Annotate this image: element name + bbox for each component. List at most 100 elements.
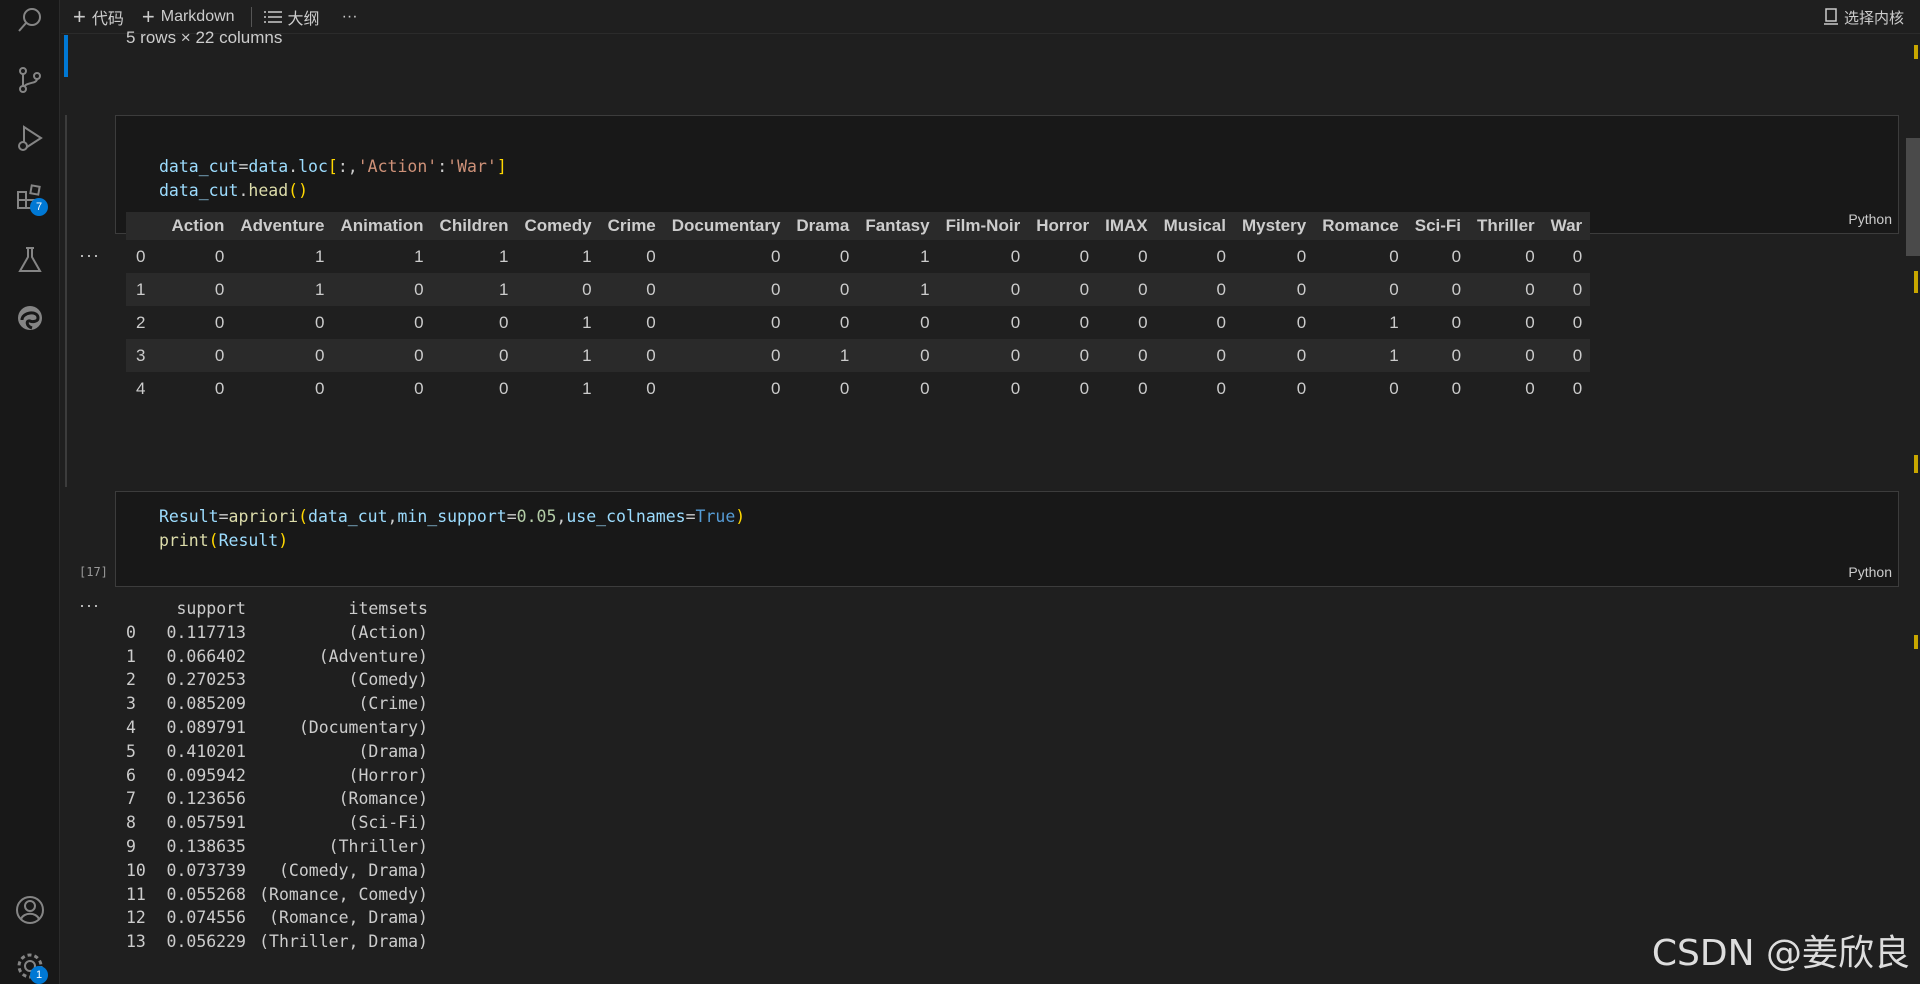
more-actions-button[interactable]: ··· (342, 0, 358, 34)
support-value: 0.270253 (166, 670, 246, 690)
code-cell-2[interactable]: Result=apriori(data_cut,min_support=0.05… (115, 491, 1899, 587)
table-cell: 0 (1451, 279, 1462, 299)
support-value: 0.123656 (166, 789, 246, 809)
table-cell: 0 (1451, 246, 1462, 266)
table-cell: 0 (214, 345, 225, 365)
table-cell: 0 (1010, 279, 1021, 299)
print-line: 5 0.410201 (Drama) (126, 740, 428, 764)
row-index: 4 (136, 378, 146, 398)
print-line: 3 0.085209 (Crime) (126, 692, 428, 716)
scrollbar-thumb[interactable] (1906, 138, 1920, 256)
table-cell: 0 (770, 345, 781, 365)
code-line-3[interactable]: Result=apriori(data_cut,min_support=0.05… (159, 505, 745, 529)
itemsets-value: (Documentary) (298, 717, 428, 737)
row-index: 11 (126, 884, 146, 904)
itemsets-value: (Comedy, Drama) (278, 860, 428, 880)
table-cell: 0 (1138, 312, 1148, 332)
cell-language-label[interactable]: Python (1848, 211, 1892, 227)
table-cell: 1 (582, 378, 592, 398)
edge-icon[interactable] (12, 300, 48, 336)
table-cell: 0 (1010, 246, 1021, 266)
cell-focus-indicator (64, 35, 68, 77)
table-cell: 0 (314, 378, 325, 398)
row-index: 2 (126, 670, 136, 690)
code-line-1[interactable]: data_cut=data.loc[:,'Action':'War'] (159, 155, 507, 179)
table-cell: 0 (214, 378, 225, 398)
table-cell: 0 (646, 378, 656, 398)
column-header: Horror (1036, 216, 1090, 235)
row-index: 3 (136, 345, 146, 365)
testing-icon[interactable] (12, 242, 48, 278)
cell-language-label[interactable]: Python (1848, 564, 1892, 580)
itemsets-value: (Action) (348, 622, 428, 642)
column-header: Comedy (524, 216, 592, 235)
output-more-icon[interactable]: ··· (79, 595, 100, 616)
support-value: 0.066402 (166, 646, 246, 666)
table-cell: 1 (499, 279, 509, 299)
table-cell: 0 (214, 279, 225, 299)
table-cell: 0 (499, 345, 509, 365)
row-index: 2 (136, 312, 146, 332)
table-cell: 0 (1572, 279, 1583, 299)
table-cell: 0 (1216, 378, 1226, 398)
table-cell: 0 (1572, 345, 1583, 365)
column-header: IMAX (1105, 216, 1148, 235)
table-cell: 0 (1451, 378, 1462, 398)
extensions-badge: 7 (30, 198, 48, 216)
row-index: 5 (126, 741, 136, 761)
table-cell: 0 (414, 312, 424, 332)
table-cell: 1 (839, 345, 850, 365)
account-icon[interactable] (12, 892, 48, 928)
table-cell: 0 (646, 246, 656, 266)
run-debug-icon[interactable] (12, 120, 48, 156)
table-cell: 0 (1296, 279, 1307, 299)
table-cell: 0 (414, 378, 424, 398)
output-more-icon[interactable]: ··· (79, 245, 100, 266)
table-cell: 0 (1525, 246, 1535, 266)
print-line: 7 0.123656 (Romance) (126, 787, 428, 811)
table-cell: 1 (582, 246, 592, 266)
column-header: Musical (1163, 216, 1226, 235)
column-header: Film-Noir (945, 216, 1021, 235)
table-cell: 1 (314, 279, 325, 299)
table-cell: 0 (582, 279, 592, 299)
source-control-icon[interactable] (12, 62, 48, 98)
table-cell: 0 (414, 345, 424, 365)
table-cell: 0 (1138, 345, 1148, 365)
table-cell: 0 (646, 345, 656, 365)
search-icon[interactable] (12, 2, 48, 38)
table-cell: 0 (770, 378, 781, 398)
extensions-icon[interactable]: 7 (12, 180, 48, 216)
support-header: support (176, 599, 246, 618)
itemsets-value: (Sci-Fi) (348, 813, 428, 833)
table-cell: 0 (214, 246, 225, 266)
scrollbar[interactable] (1906, 35, 1920, 984)
table-cell: 0 (920, 345, 930, 365)
column-header: Sci-Fi (1414, 216, 1462, 235)
table-cell: 0 (1079, 246, 1090, 266)
table-cell: 1 (582, 312, 592, 332)
table-cell: 1 (920, 246, 930, 266)
support-value: 0.117713 (166, 622, 246, 642)
row-index: 0 (126, 622, 136, 642)
print-line: 2 0.270253 (Comedy) (126, 668, 428, 692)
code-line-2[interactable]: data_cut.head() (159, 179, 308, 203)
settings-icon[interactable]: 1 (12, 948, 48, 984)
code-line-4[interactable]: print(Result) (159, 529, 288, 553)
watermark: CSDN @姜欣良 (1651, 933, 1910, 974)
table-cell: 0 (1079, 345, 1090, 365)
table-cell: 0 (1572, 312, 1583, 332)
overview-ruler-mark (1914, 635, 1918, 649)
table-cell: 0 (770, 246, 781, 266)
select-kernel-button[interactable]: 选择内核 (1823, 0, 1904, 34)
table-row: 2 0 0 0 0 1 0 0 0 0 0 0 0 0 0 1 0 0 0 (126, 306, 1590, 339)
row-index: 4 (126, 717, 136, 737)
table-cell: 0 (839, 279, 850, 299)
table-row: 1 0 1 0 1 0 0 0 0 1 0 0 0 0 0 0 0 0 0 (126, 273, 1591, 306)
more-icon: ··· (341, 7, 358, 25)
print-line: 12 0.074556 (Romance, Drama) (126, 906, 428, 930)
table-cell: 0 (770, 312, 781, 332)
add-code-button[interactable]: + 代码 (73, 0, 124, 34)
print-line: 8 0.057591 (Sci-Fi) (126, 811, 428, 835)
itemsets-value: (Thriller) (328, 836, 428, 856)
